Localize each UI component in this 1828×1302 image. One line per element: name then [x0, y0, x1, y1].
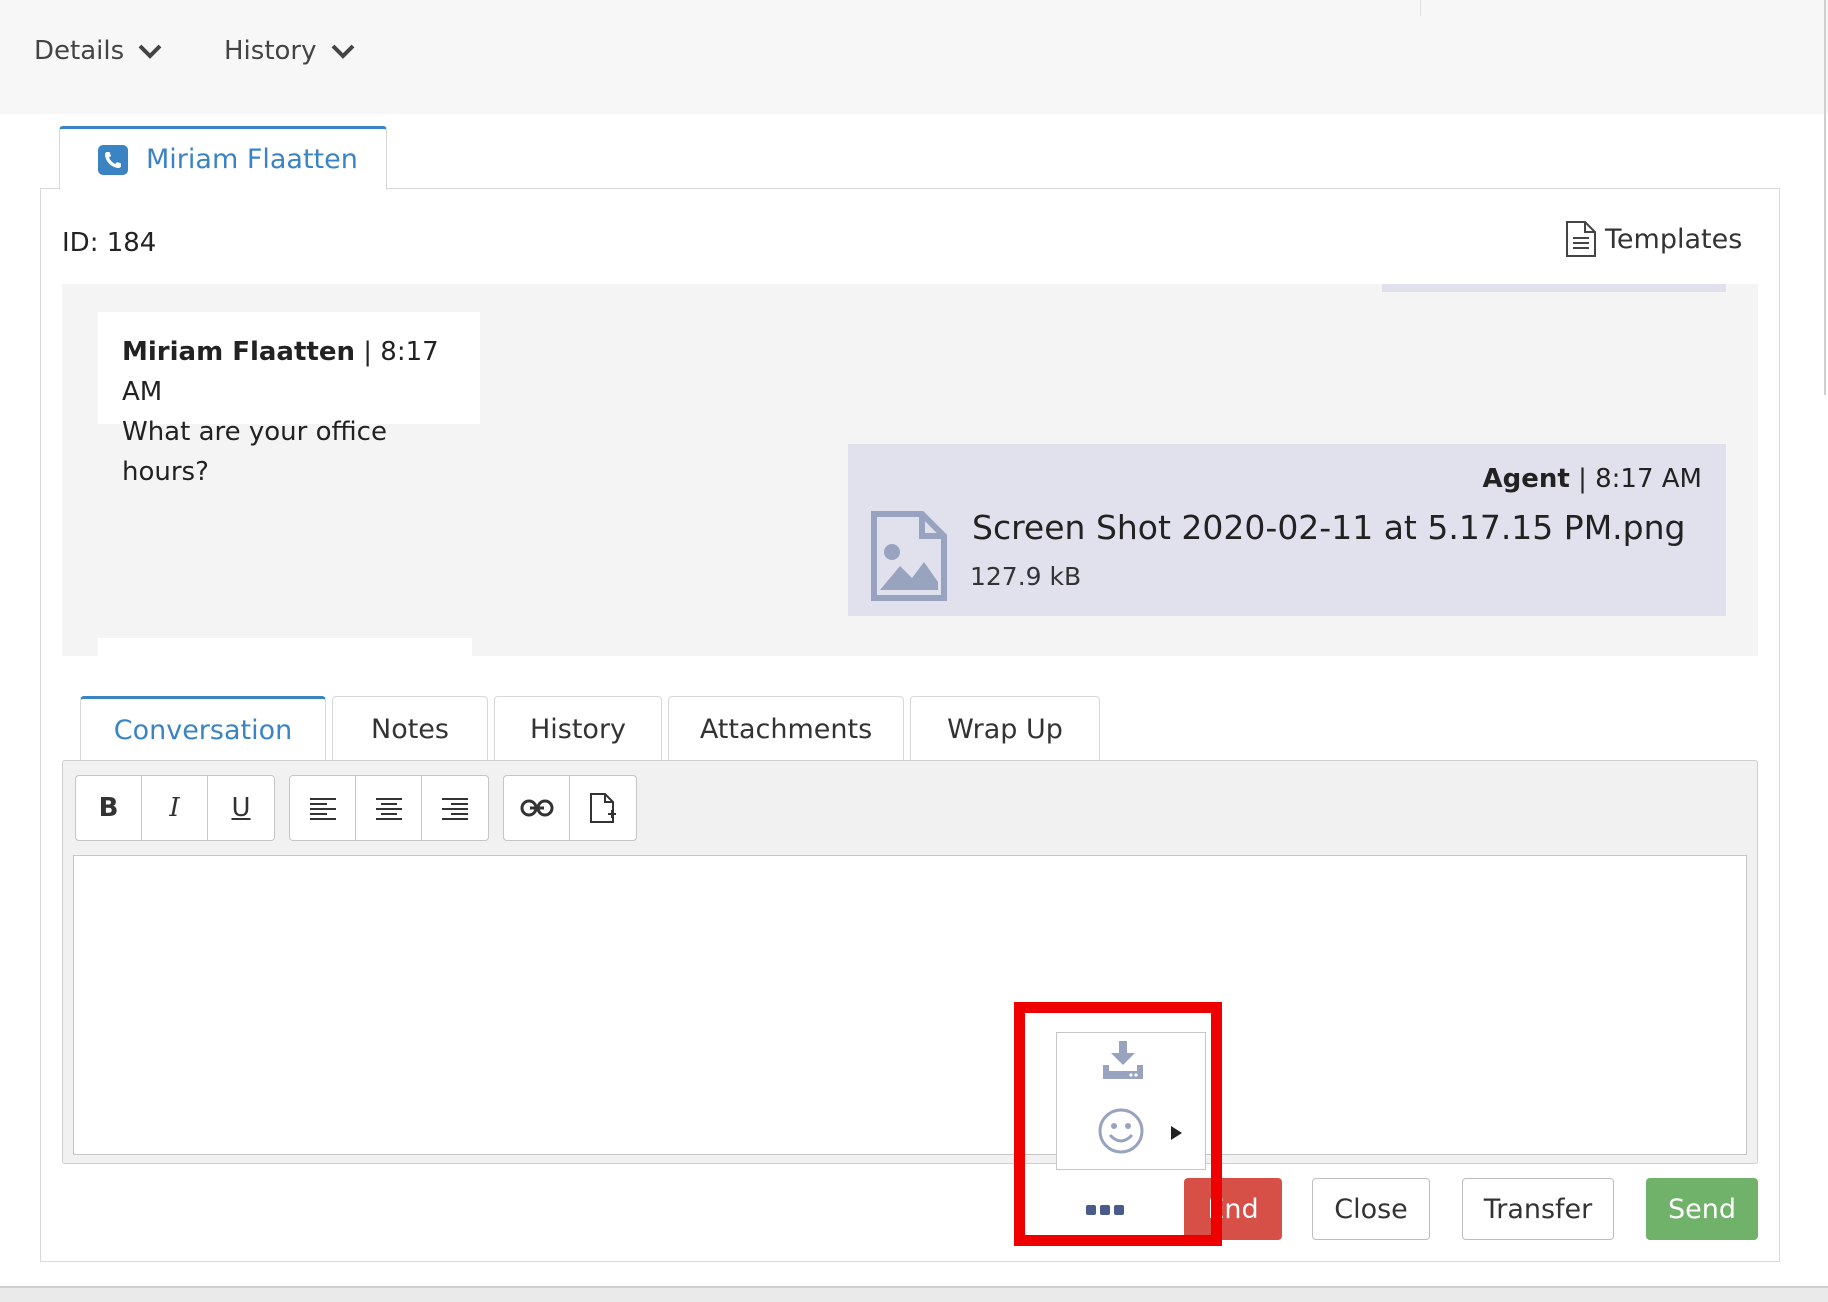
align-center-icon — [375, 798, 402, 820]
message-separator: | — [363, 337, 373, 367]
message-sender: Miriam Flaatten — [122, 337, 355, 367]
customer-message: Miriam Flaatten | 8:17 AM What are your … — [98, 312, 480, 487]
chevron-down-icon — [331, 44, 354, 59]
tab-wrap-up[interactable]: Wrap Up — [910, 696, 1100, 762]
insert-group — [503, 775, 637, 841]
send-button[interactable]: Send — [1646, 1178, 1758, 1240]
tab-label: Conversation — [113, 715, 293, 746]
composer-tabs: Conversation Notes History Attachments W… — [80, 696, 1106, 762]
templates-label: Templates — [1605, 223, 1743, 255]
message-input[interactable] — [73, 855, 1747, 1155]
top-bar-divider — [1420, 0, 1421, 16]
image-file-icon[interactable] — [870, 510, 948, 602]
bold-button[interactable]: B — [76, 776, 142, 840]
document-icon — [1566, 221, 1596, 257]
add-file-icon — [590, 793, 616, 823]
message-sender: Agent — [1482, 464, 1570, 494]
next-message-edge — [98, 638, 472, 656]
attachment-file-size: 127.9 kB — [970, 562, 1082, 591]
dot — [1114, 1205, 1124, 1215]
message-separator: | — [1578, 464, 1587, 494]
alignment-group — [289, 775, 489, 841]
previous-message-edge — [1382, 284, 1726, 292]
dot — [1086, 1205, 1096, 1215]
more-actions-popup — [1056, 1032, 1206, 1170]
right-edge-divider — [1824, 0, 1826, 395]
conversation-tab-miriam[interactable]: Miriam Flaatten — [59, 126, 387, 190]
conversation-id: ID: 184 — [62, 228, 157, 258]
end-button-label: End — [1207, 1193, 1259, 1225]
end-button[interactable]: End — [1184, 1178, 1282, 1240]
tab-notes[interactable]: Notes — [332, 696, 488, 762]
message-composer: B I U — [62, 760, 1758, 1164]
italic-button[interactable]: I — [142, 776, 208, 840]
tab-label: Wrap Up — [947, 714, 1063, 745]
tab-label: Notes — [371, 714, 449, 745]
details-menu-label: Details — [34, 36, 125, 66]
send-button-label: Send — [1667, 1193, 1736, 1225]
transfer-button[interactable]: Transfer — [1462, 1178, 1614, 1240]
emoji-icon[interactable] — [1097, 1107, 1145, 1155]
link-icon — [520, 799, 553, 817]
close-button[interactable]: Close — [1312, 1178, 1430, 1240]
text-style-group: B I U — [75, 775, 275, 841]
align-center-button[interactable] — [356, 776, 422, 840]
attachment-file-name[interactable]: Screen Shot 2020-02-11 at 5.17.15 PM.png — [972, 508, 1685, 547]
message-header: Agent | 8:17 AM — [1483, 464, 1702, 494]
more-options-icon[interactable] — [1086, 1205, 1128, 1215]
caret-right-icon[interactable] — [1169, 1125, 1183, 1141]
details-menu[interactable]: Details — [34, 36, 162, 66]
tab-attachments[interactable]: Attachments — [668, 696, 904, 762]
insert-file-button[interactable] — [570, 776, 636, 840]
tab-conversation[interactable]: Conversation — [80, 696, 326, 762]
dot — [1100, 1205, 1110, 1215]
align-left-icon — [309, 798, 336, 820]
agent-message: Agent | 8:17 AM Screen Shot 2020-02-11 a… — [848, 444, 1726, 616]
italic-label: I — [169, 793, 180, 823]
conversation-tab-name: Miriam Flaatten — [146, 144, 358, 175]
phone-icon — [98, 144, 128, 175]
transfer-button-label: Transfer — [1483, 1193, 1593, 1225]
history-menu-label: History — [224, 36, 317, 66]
align-left-button[interactable] — [290, 776, 356, 840]
message-text: What are your office hours? — [122, 417, 387, 487]
templates-button[interactable]: Templates — [1565, 220, 1742, 258]
chevron-down-icon — [138, 44, 162, 59]
insert-link-button[interactable] — [504, 776, 570, 840]
tab-label: History — [529, 714, 627, 745]
message-header: Miriam Flaatten | 8:17 AM — [122, 332, 456, 412]
align-right-icon — [442, 798, 468, 820]
history-menu[interactable]: History — [224, 36, 355, 66]
download-icon[interactable] — [1101, 1039, 1145, 1081]
formatting-toolbar: B I U — [75, 775, 651, 841]
underline-label: U — [231, 793, 251, 823]
bottom-bar — [0, 1286, 1828, 1302]
tab-history[interactable]: History — [494, 696, 662, 762]
underline-button[interactable]: U — [208, 776, 274, 840]
bold-label: B — [98, 793, 119, 823]
align-right-button[interactable] — [422, 776, 488, 840]
tab-label: Attachments — [699, 714, 873, 745]
message-time: 8:17 AM — [1595, 464, 1702, 494]
close-button-label: Close — [1334, 1193, 1408, 1225]
